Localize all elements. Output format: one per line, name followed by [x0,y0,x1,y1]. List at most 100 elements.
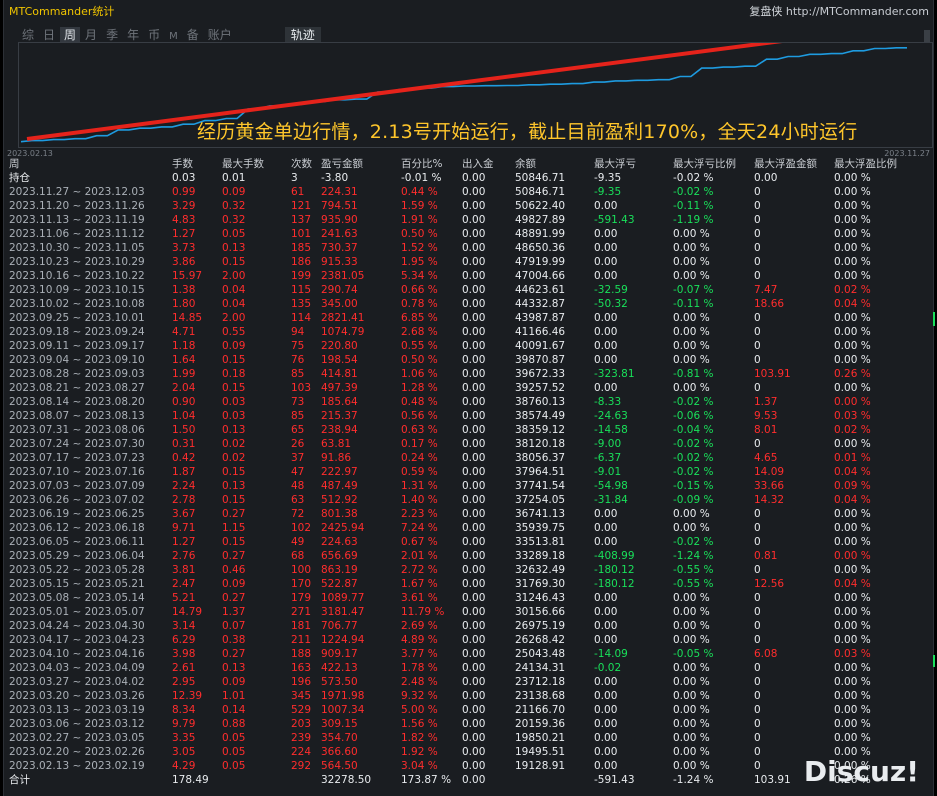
column-header[interactable]: 百分比% [401,157,462,171]
table-cell: 2023.05.22 ~ 2023.05.28 [9,564,145,576]
table-row[interactable]: 2023.11.27 ~ 2023.12.03 0.99 0.09 61 224.31 0… [9,185,926,199]
table-row[interactable]: 2023.03.13 ~ 2023.03.19 8.34 0.14 529 1007.3… [9,703,926,717]
table-cell: 7.24 % [401,522,438,534]
table-cell: 2023.10.16 ~ 2023.10.22 [9,270,145,282]
table-row[interactable]: 2023.05.15 ~ 2023.05.21 2.47 0.09 170 522.87… [9,577,926,591]
column-header[interactable]: 手数 [172,157,222,171]
table-row[interactable]: 2023.04.24 ~ 2023.04.30 3.14 0.07 181 706.77… [9,619,926,633]
table-cell: 0.00 [594,746,618,758]
table-cell: -323.81 [594,368,635,380]
table-row[interactable]: 2023.09.11 ~ 2023.09.17 1.18 0.09 75 220.80 0… [9,339,926,353]
equity-chart: 2023.02.13 2023.11.27 经历黄金单边行情，2.13号开始运行… [7,42,933,158]
table-row[interactable]: 2023.05.22 ~ 2023.05.28 3.81 0.46 100 863.19… [9,563,926,577]
table-cell: 103.91 [754,368,791,380]
table-row[interactable]: 2023.08.14 ~ 2023.08.20 0.90 0.03 73 185.64 0… [9,395,926,409]
table-row[interactable]: 2023.05.29 ~ 2023.06.04 2.76 0.27 68 656.69 2… [9,549,926,563]
table-row[interactable]: 2023.03.27 ~ 2023.04.02 2.95 0.09 196 573.50… [9,675,926,689]
table-cell: -3.80 [321,172,349,184]
table-cell: 0.05 [222,746,246,758]
column-header[interactable]: 周 [9,157,172,171]
table-cell: 32278.50 [321,774,372,786]
table-cell: 0.56 % [401,410,438,422]
table-cell: 0.38 [222,634,246,646]
table-cell: 801.38 [321,508,358,520]
table-cell: 0.00 [462,228,486,240]
table-cell: 0.00 [462,368,486,380]
table-row[interactable]: 2023.04.10 ~ 2023.04.16 3.98 0.27 188 909.17… [9,647,926,661]
table-cell: 0.00 [462,592,486,604]
table-row[interactable]: 2023.10.30 ~ 2023.11.05 3.73 0.13 185 730.37… [9,241,926,255]
table-cell: 0.00 % [834,270,871,282]
table-row[interactable]: 2023.02.20 ~ 2023.02.26 3.05 0.05 224 366.60… [9,745,926,759]
table-row[interactable]: 2023.05.01 ~ 2023.05.07 14.79 1.37 271 3181.… [9,605,926,619]
column-header[interactable]: 最大浮盈比例 [834,157,926,171]
table-cell: 0.00 [462,326,486,338]
table-row[interactable]: 2023.09.04 ~ 2023.09.10 1.64 0.15 76 198.54 0… [9,353,926,367]
table-row[interactable]: 2023.07.03 ~ 2023.07.09 2.24 0.13 48 487.49 1… [9,479,926,493]
table-row[interactable]: 2023.10.02 ~ 2023.10.08 1.80 0.04 135 345.00… [9,297,926,311]
column-header[interactable]: 出入金 [462,157,515,171]
table-cell: 2023.03.06 ~ 2023.03.12 [9,718,145,730]
table-cell: 2023.07.17 ~ 2023.07.23 [9,452,145,464]
table-row[interactable]: 2023.04.03 ~ 2023.04.09 2.61 0.13 163 422.13… [9,661,926,675]
brand-link[interactable]: 复盘侠 http://MTCommander.com [749,3,929,19]
table-cell: 0.00 [594,760,618,772]
table-cell: 179 [291,592,312,604]
table-cell: 0.15 [222,536,246,548]
table-row[interactable]: 2023.10.23 ~ 2023.10.29 3.86 0.15 186 915.33… [9,255,926,269]
table-cell: 2023.06.05 ~ 2023.06.11 [9,536,145,548]
table-cell: 1.87 [172,466,196,478]
column-header[interactable]: 最大浮亏比例 [673,157,754,171]
column-header[interactable]: 次数 [291,157,321,171]
table-cell: 345.00 [321,298,358,310]
table-cell: 0.26 % [834,368,871,380]
table-row[interactable]: 2023.11.20 ~ 2023.11.26 3.29 0.32 121 794.51… [9,199,926,213]
holding-row[interactable]: 持仓 0.03 0.01 3 -3.80 -0.01 % 0.00 50846.71 -9.35… [9,171,926,185]
total-row[interactable]: 合计 178.49 32278.50 173.87 % 0.00 -591.43 -1.24… [9,773,926,787]
table-cell: 0.63 % [401,424,438,436]
table-row[interactable]: 2023.09.18 ~ 2023.09.24 4.71 0.55 94 1074.79… [9,325,926,339]
table-row[interactable]: 2023.10.16 ~ 2023.10.22 15.97 2.00 199 2381.… [9,269,926,283]
table-row[interactable]: 2023.09.25 ~ 2023.10.01 14.85 2.00 114 2821.… [9,311,926,325]
table-row[interactable]: 2023.11.06 ~ 2023.11.12 1.27 0.05 101 241.63… [9,227,926,241]
table-row[interactable]: 2023.07.31 ~ 2023.08.06 1.50 0.13 65 238.94 0… [9,423,926,437]
table-row[interactable]: 2023.07.24 ~ 2023.07.30 0.31 0.02 26 63.81 0.… [9,437,926,451]
table-row[interactable]: 2023.06.26 ~ 2023.07.02 2.78 0.15 63 512.92 1… [9,493,926,507]
table-cell: 0.00 [462,760,486,772]
table-cell: 0.00 [462,214,486,226]
table-cell: 224.31 [321,186,358,198]
table-cell: 14.09 [754,466,785,478]
table-cell: -180.12 [594,578,635,590]
table-cell: 0.42 [172,452,196,464]
column-header[interactable]: 最大浮亏 [594,157,673,171]
table-cell: 11.79 % [401,606,445,618]
column-header[interactable]: 最大手数 [222,157,291,171]
table-cell: 18.66 [754,298,785,310]
table-row[interactable]: 2023.06.12 ~ 2023.06.18 9.71 1.15 102 2425.9… [9,521,926,535]
watermark: Discuz! [803,755,919,788]
table-row[interactable]: 2023.03.20 ~ 2023.03.26 12.39 1.01 345 1971.… [9,689,926,703]
table-row[interactable]: 2023.02.27 ~ 2023.03.05 3.35 0.05 239 354.70… [9,731,926,745]
table-row[interactable]: 2023.04.17 ~ 2023.04.23 6.29 0.38 211 1224.9… [9,633,926,647]
table-cell: 0.00 [462,718,486,730]
table-cell: 5.00 % [401,704,438,716]
table-row[interactable]: 2023.06.05 ~ 2023.06.11 1.27 0.15 49 224.63 0… [9,535,926,549]
table-row[interactable]: 2023.07.10 ~ 2023.07.16 1.87 0.15 47 222.97 0… [9,465,926,479]
table-cell: 0.00 [594,690,618,702]
table-row[interactable]: 2023.07.17 ~ 2023.07.23 0.42 0.02 37 91.86 0.… [9,451,926,465]
table-cell: 0.02 [222,452,246,464]
column-header[interactable]: 盈亏金额 [321,157,401,171]
table-row[interactable]: 2023.08.28 ~ 2023.09.03 1.99 0.18 85 414.81 1… [9,367,926,381]
table-row[interactable]: 2023.06.19 ~ 2023.06.25 3.67 0.27 72 801.38 2… [9,507,926,521]
table-cell: 1.78 % [401,662,438,674]
table-row[interactable]: 2023.08.07 ~ 2023.08.13 1.04 0.03 85 215.37 0… [9,409,926,423]
table-row[interactable]: 2023.05.08 ~ 2023.05.14 5.21 0.27 179 1089.7… [9,591,926,605]
table-row[interactable]: 2023.03.06 ~ 2023.03.12 9.79 0.88 203 309.15… [9,717,926,731]
table-row[interactable]: 2023.10.09 ~ 2023.10.15 1.38 0.04 115 290.74… [9,283,926,297]
column-header[interactable]: 余额 [515,157,594,171]
table-cell: 0.00 % [834,620,871,632]
column-header[interactable]: 最大浮盈金额 [754,157,834,171]
table-row[interactable]: 2023.11.13 ~ 2023.11.19 4.83 0.32 137 935.90… [9,213,926,227]
table-row[interactable]: 2023.08.21 ~ 2023.08.27 2.04 0.15 103 497.39… [9,381,926,395]
table-row[interactable]: 2023.02.13 ~ 2023.02.19 4.29 0.05 292 564.50… [9,759,926,773]
